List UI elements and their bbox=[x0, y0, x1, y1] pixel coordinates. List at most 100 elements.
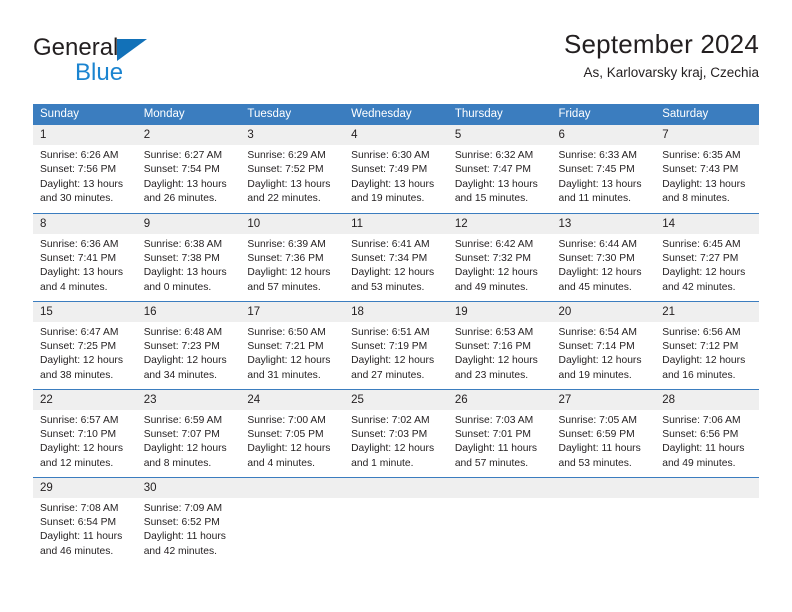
sunset-line: Sunset: 7:16 PM bbox=[454, 340, 531, 352]
calendar-day-cell[interactable]: 27 Sunrise: 7:05 AM Sunset: 6:59 PM Dayligh… bbox=[551, 388, 656, 477]
daylight-line-2: and 15 minutes. bbox=[454, 193, 529, 205]
day-details: Sunrise: 6:26 AM Sunset: 7:56 PM Daylight:… bbox=[33, 145, 137, 211]
calendar-day-cell[interactable]: 12 Sunrise: 6:42 AM Sunset: 7:32 PM Dayligh… bbox=[447, 212, 552, 301]
calendar-day-cell[interactable]: 20 Sunrise: 6:54 AM Sunset: 7:14 PM Dayligh… bbox=[551, 300, 656, 389]
day-number: 7 bbox=[655, 125, 759, 145]
calendar-week-row: 29 Sunrise: 7:08 AM Sunset: 6:54 PM Dayligh… bbox=[33, 476, 759, 571]
calendar-day-cell[interactable]: 21 Sunrise: 6:56 AM Sunset: 7:12 PM Dayligh… bbox=[655, 300, 759, 389]
calendar-day-cell[interactable]: 13 Sunrise: 6:44 AM Sunset: 7:30 PM Dayligh… bbox=[551, 212, 656, 301]
weekday-header-wednesday: Wednesday bbox=[344, 104, 448, 125]
calendar-day-cell[interactable]: 7 Sunrise: 6:35 AM Sunset: 7:43 PM Daylight… bbox=[655, 125, 759, 213]
sunset-line: Sunset: 6:56 PM bbox=[662, 428, 739, 440]
sunrise-line: Sunrise: 6:26 AM bbox=[40, 150, 119, 161]
sunrise-line: Sunrise: 6:41 AM bbox=[351, 238, 430, 250]
sunset-line: Sunset: 7:23 PM bbox=[143, 340, 220, 352]
daylight-line-2: and 0 minutes. bbox=[143, 281, 212, 293]
sunrise-line: Sunrise: 6:53 AM bbox=[454, 326, 534, 338]
day-details: Sunrise: 6:44 AM Sunset: 7:30 PM Daylight:… bbox=[551, 233, 656, 300]
day-details: Sunrise: 6:48 AM Sunset: 7:23 PM Daylight:… bbox=[136, 321, 241, 388]
daylight-line-1: Daylight: 12 hours bbox=[454, 267, 538, 279]
sunset-line: Sunset: 7:36 PM bbox=[247, 252, 324, 264]
sunset-line: Sunset: 7:05 PM bbox=[247, 428, 324, 440]
day-number: 30 bbox=[136, 477, 241, 498]
sunrise-line: Sunrise: 6:59 AM bbox=[143, 414, 223, 426]
calendar-day-cell[interactable]: 26 Sunrise: 7:03 AM Sunset: 7:01 PM Dayligh… bbox=[447, 388, 552, 477]
daylight-line-1: Daylight: 13 hours bbox=[143, 178, 227, 190]
sunset-line: Sunset: 7:07 PM bbox=[143, 428, 220, 440]
calendar-day-cell[interactable]: 29 Sunrise: 7:08 AM Sunset: 6:54 PM Dayligh… bbox=[33, 476, 137, 571]
daylight-line-2: and 16 minutes. bbox=[662, 369, 736, 381]
general-blue-logo[interactable]: General Blue bbox=[33, 36, 233, 90]
daylight-line-2: and 45 minutes. bbox=[558, 281, 632, 293]
day-details: Sunrise: 6:56 AM Sunset: 7:12 PM Daylight:… bbox=[655, 321, 759, 388]
day-number: 29 bbox=[33, 477, 137, 498]
calendar-day-cell[interactable]: 9 Sunrise: 6:38 AM Sunset: 7:38 PM Daylight… bbox=[136, 212, 241, 301]
calendar-day-cell[interactable]: 25 Sunrise: 7:02 AM Sunset: 7:03 PM Dayligh… bbox=[344, 388, 448, 477]
calendar-day-cell[interactable]: 17 Sunrise: 6:50 AM Sunset: 7:21 PM Dayligh… bbox=[240, 300, 345, 389]
sunset-line: Sunset: 7:38 PM bbox=[143, 252, 220, 264]
weekday-header-monday: Monday bbox=[136, 104, 241, 125]
calendar-day-cell[interactable]: 24 Sunrise: 7:00 AM Sunset: 7:05 PM Dayligh… bbox=[240, 388, 345, 477]
calendar-day-cell[interactable]: 16 Sunrise: 6:48 AM Sunset: 7:23 PM Dayligh… bbox=[136, 300, 241, 389]
daylight-line-2: and 4 minutes. bbox=[40, 281, 108, 293]
sunset-line: Sunset: 7:32 PM bbox=[454, 252, 531, 264]
daylight-line-2: and 49 minutes. bbox=[662, 457, 736, 469]
daylight-line-2: and 8 minutes. bbox=[143, 457, 212, 469]
calendar-day-cell[interactable]: 14 Sunrise: 6:45 AM Sunset: 7:27 PM Dayligh… bbox=[655, 212, 759, 301]
daylight-line-1: Daylight: 11 hours bbox=[143, 531, 226, 543]
calendar-day-cell[interactable]: 23 Sunrise: 6:59 AM Sunset: 7:07 PM Dayligh… bbox=[136, 388, 241, 477]
weekday-header-tuesday: Tuesday bbox=[240, 104, 345, 125]
day-number: 11 bbox=[344, 213, 448, 234]
calendar-day-cell[interactable]: 5 Sunrise: 6:32 AM Sunset: 7:47 PM Daylight… bbox=[447, 125, 552, 213]
daylight-line-2: and 1 minute. bbox=[351, 457, 414, 469]
sunrise-line: Sunrise: 6:35 AM bbox=[662, 150, 741, 161]
calendar-day-cell[interactable]: 6 Sunrise: 6:33 AM Sunset: 7:45 PM Daylight… bbox=[551, 125, 656, 213]
sunset-line: Sunset: 7:43 PM bbox=[662, 164, 739, 176]
daylight-line-1: Daylight: 11 hours bbox=[558, 443, 641, 455]
sunset-line: Sunset: 7:01 PM bbox=[454, 428, 531, 440]
day-number: 15 bbox=[33, 301, 137, 322]
daylight-line-1: Daylight: 13 hours bbox=[40, 178, 123, 190]
day-number: 25 bbox=[344, 389, 448, 410]
daylight-line-1: Daylight: 12 hours bbox=[143, 355, 227, 367]
calendar-day-cell[interactable]: 11 Sunrise: 6:41 AM Sunset: 7:34 PM Dayligh… bbox=[344, 212, 448, 301]
day-details: Sunrise: 7:06 AM Sunset: 6:56 PM Daylight:… bbox=[655, 409, 759, 476]
page-title: September 2024 bbox=[563, 29, 759, 59]
calendar-week-row: 1 Sunrise: 6:26 AM Sunset: 7:56 PM Daylight… bbox=[33, 125, 759, 213]
calendar-day-cell[interactable]: 18 Sunrise: 6:51 AM Sunset: 7:19 PM Dayligh… bbox=[344, 300, 448, 389]
daylight-line-2: and 42 minutes. bbox=[143, 545, 217, 557]
day-number bbox=[551, 477, 656, 498]
sunrise-line: Sunrise: 6:47 AM bbox=[40, 326, 119, 338]
sunset-line: Sunset: 7:12 PM bbox=[662, 340, 739, 352]
calendar-day-cell[interactable]: 30 Sunrise: 7:09 AM Sunset: 6:52 PM Dayligh… bbox=[136, 476, 241, 571]
calendar-day-cell[interactable]: 1 Sunrise: 6:26 AM Sunset: 7:56 PM Daylight… bbox=[33, 125, 137, 213]
calendar-day-cell[interactable]: 8 Sunrise: 6:36 AM Sunset: 7:41 PM Daylight… bbox=[33, 212, 137, 301]
calendar-day-cell[interactable]: 10 Sunrise: 6:39 AM Sunset: 7:36 PM Dayligh… bbox=[240, 212, 345, 301]
sunset-line: Sunset: 7:47 PM bbox=[454, 164, 531, 176]
daylight-line-1: Daylight: 13 hours bbox=[662, 178, 746, 190]
calendar-day-cell[interactable]: 22 Sunrise: 6:57 AM Sunset: 7:10 PM Dayligh… bbox=[33, 388, 137, 477]
calendar-day-cell[interactable]: 19 Sunrise: 6:53 AM Sunset: 7:16 PM Dayligh… bbox=[447, 300, 552, 389]
day-number: 27 bbox=[551, 389, 656, 410]
day-number: 14 bbox=[655, 213, 759, 234]
daylight-line-1: Daylight: 13 hours bbox=[454, 178, 538, 190]
calendar-day-cell[interactable]: 28 Sunrise: 7:06 AM Sunset: 6:56 PM Dayligh… bbox=[655, 388, 759, 477]
day-details: Sunrise: 7:00 AM Sunset: 7:05 PM Daylight:… bbox=[240, 409, 345, 476]
daylight-line-1: Daylight: 12 hours bbox=[247, 443, 331, 455]
calendar-day-cell[interactable]: 4 Sunrise: 6:30 AM Sunset: 7:49 PM Daylight… bbox=[344, 125, 448, 213]
daylight-line-1: Daylight: 13 hours bbox=[143, 267, 227, 279]
calendar-cell-empty bbox=[655, 476, 759, 571]
day-details: Sunrise: 6:53 AM Sunset: 7:16 PM Daylight:… bbox=[447, 321, 552, 388]
sunset-line: Sunset: 7:56 PM bbox=[40, 164, 117, 176]
calendar-day-cell[interactable]: 3 Sunrise: 6:29 AM Sunset: 7:52 PM Daylight… bbox=[240, 125, 345, 213]
page-subtitle: As, Karlovarsky kraj, Czechia bbox=[583, 65, 759, 80]
calendar-day-cell[interactable]: 15 Sunrise: 6:47 AM Sunset: 7:25 PM Dayligh… bbox=[33, 300, 137, 389]
calendar-day-cell[interactable]: 2 Sunrise: 6:27 AM Sunset: 7:54 PM Daylight… bbox=[136, 125, 241, 213]
calendar-head: Sunday Monday Tuesday Wednesday Thursday… bbox=[33, 104, 759, 125]
calendar-cell-empty bbox=[240, 476, 345, 571]
daylight-line-2: and 53 minutes. bbox=[558, 457, 632, 469]
daylight-line-1: Daylight: 12 hours bbox=[662, 267, 746, 279]
sunrise-line: Sunrise: 6:45 AM bbox=[662, 238, 741, 250]
triangle-icon bbox=[117, 39, 148, 61]
day-details: Sunrise: 6:47 AM Sunset: 7:25 PM Daylight:… bbox=[33, 321, 137, 388]
